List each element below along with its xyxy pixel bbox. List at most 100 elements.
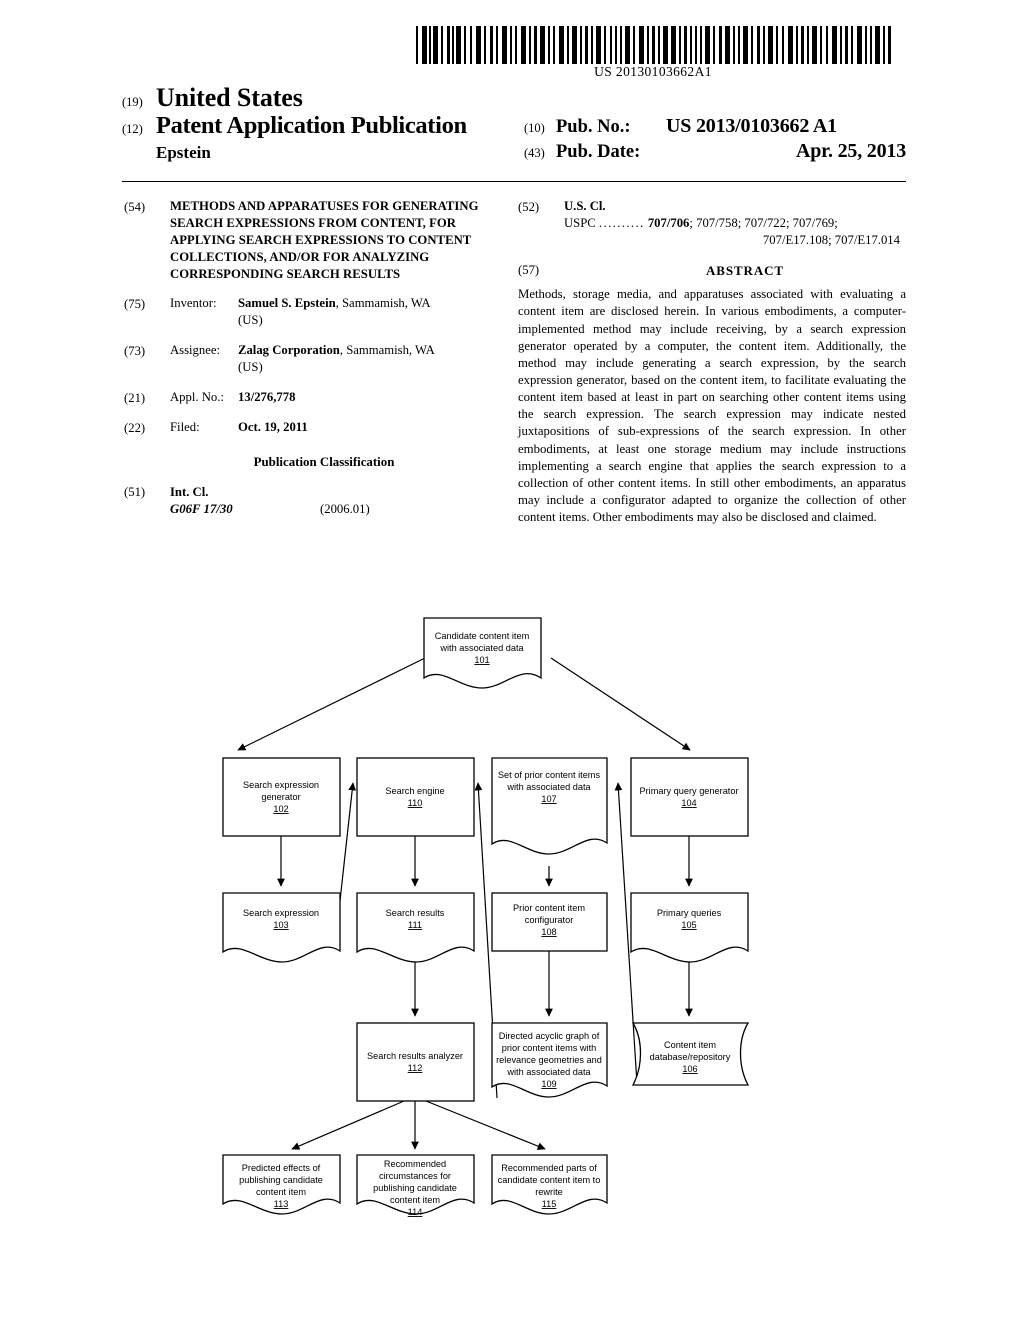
inventor-location: , Sammamish, WA bbox=[335, 296, 431, 311]
code-57: (57) bbox=[518, 263, 540, 278]
node-113-line-2: content item bbox=[256, 1187, 306, 1197]
node-108-number: 108 bbox=[541, 927, 556, 937]
node-113-number: 113 bbox=[274, 1199, 289, 1209]
node-101-number: 101 bbox=[474, 655, 489, 665]
code-43: (43) bbox=[524, 146, 545, 161]
node-107-number: 107 bbox=[541, 794, 556, 804]
abstract-text: Methods, storage media, and apparatuses … bbox=[518, 287, 906, 525]
node-101-line-1: with associated data bbox=[439, 643, 524, 653]
figure-node-109: Directed acyclic graph of prior content … bbox=[491, 1022, 608, 1098]
figure-node-101: Candidate content item with associated d… bbox=[423, 617, 542, 689]
node-112-line-0: Search results analyzer bbox=[367, 1051, 463, 1061]
inventor-country: (US) bbox=[238, 313, 263, 328]
masthead-left: (19) United States (12) Patent Applicati… bbox=[122, 83, 542, 164]
node-105-number: 105 bbox=[681, 920, 696, 930]
code-19: (19) bbox=[122, 95, 143, 109]
abstract-heading: ABSTRACT bbox=[706, 262, 784, 278]
assignee-label: Assignee: bbox=[170, 343, 221, 358]
node-113-line-1: publishing candidate bbox=[239, 1175, 323, 1185]
code-75: (75) bbox=[124, 296, 146, 311]
field-abstract: (57) ABSTRACT bbox=[518, 262, 906, 279]
field-int-cl: (51) Int. Cl. G06F 17/30 (2006.01) bbox=[124, 484, 494, 518]
node-101-line-0: Candidate content item bbox=[435, 631, 530, 641]
masthead: (19) United States (12) Patent Applicati… bbox=[122, 83, 906, 176]
figure-node-114: Recommended circumstances for publishing… bbox=[356, 1154, 475, 1217]
pub-date-value: Apr. 25, 2013 bbox=[795, 140, 906, 163]
node-105-line-0: Primary queries bbox=[657, 908, 722, 918]
node-111-line-0: Search results bbox=[386, 908, 445, 918]
node-109-line-0: Directed acyclic graph of bbox=[499, 1031, 600, 1041]
inventor-surname: Epstein bbox=[156, 142, 211, 162]
figure-node-108: Prior content item configurator 108 bbox=[491, 892, 608, 952]
assignee-location: , Sammamish, WA bbox=[339, 343, 435, 358]
publication-classification-heading: Publication Classification bbox=[253, 454, 395, 469]
figure-node-104: Primary query generator 104 bbox=[630, 757, 749, 837]
node-108-line-1: configurator bbox=[525, 915, 574, 925]
barcode-number-text: US 20130103662A1 bbox=[594, 64, 712, 79]
field-assignee: (73) Assignee: Zalag Corporation, Sammami… bbox=[124, 342, 494, 376]
edge-101-102 bbox=[237, 657, 426, 751]
code-12: (12) bbox=[122, 122, 143, 137]
filed-label: Filed: bbox=[170, 420, 200, 435]
node-109-line-3: with associated data bbox=[506, 1067, 591, 1077]
node-114-number: 114 bbox=[408, 1207, 423, 1217]
masthead-right: (10) Pub. No.: US 2013/0103662 A1 (43) P… bbox=[524, 114, 914, 164]
edge-112-113 bbox=[291, 1100, 405, 1150]
int-cl-version: (2006.01) bbox=[320, 501, 370, 516]
node-108-line-0: Prior content item bbox=[513, 903, 585, 913]
country-line: (19) United States bbox=[122, 83, 542, 112]
node-104-line-0: Primary query generator bbox=[639, 786, 738, 796]
inventor-name: Samuel S. Epstein bbox=[238, 296, 336, 311]
field-filed: (22) Filed: Oct. 19, 2011 bbox=[124, 419, 494, 436]
filed-value: Oct. 19, 2011 bbox=[238, 420, 308, 435]
node-106-line-0: Content item bbox=[664, 1040, 716, 1050]
node-114-line-0: Recommended bbox=[384, 1159, 446, 1169]
code-51: (51) bbox=[124, 485, 146, 500]
field-us-cl: (52) U.S. Cl. USPC .......... 707/706; 7… bbox=[518, 198, 906, 249]
node-110-line-0: Search engine bbox=[385, 786, 444, 796]
assignee-country: (US) bbox=[238, 360, 263, 375]
inventor-label: Inventor: bbox=[170, 296, 217, 311]
figure-node-115: Recommended parts of candidate content i… bbox=[491, 1154, 608, 1215]
appl-no-label: Appl. No.: bbox=[170, 390, 224, 405]
doc-type-line: (12) Patent Application Publication bbox=[122, 112, 542, 139]
assignee-value: Zalag Corporation, Sammamish, WA (US) bbox=[238, 342, 492, 376]
node-112-number: 112 bbox=[408, 1063, 423, 1073]
us-cl-label: U.S. Cl. bbox=[564, 199, 606, 213]
code-73: (73) bbox=[124, 343, 146, 358]
pub-date-label: Pub. Date: bbox=[556, 142, 641, 163]
node-114-line-3: content item bbox=[390, 1195, 440, 1205]
node-115-line-1: candidate content item to bbox=[498, 1175, 601, 1185]
node-109-line-2: relevance geometries and bbox=[496, 1055, 602, 1065]
uspc-second-line: 707/E17.108; 707/E17.014 bbox=[762, 233, 900, 248]
pub-no-value: US 2013/0103662 A1 bbox=[666, 115, 837, 137]
pub-no-label: Pub. No.: bbox=[556, 117, 631, 137]
code-22: (22) bbox=[124, 420, 146, 435]
node-107-line-0: Set of prior content items bbox=[498, 770, 601, 780]
node-107-line-1: with associated data bbox=[506, 782, 591, 792]
figure-node-111: Search results 111 bbox=[356, 892, 475, 963]
node-106-number: 106 bbox=[682, 1064, 697, 1074]
inventor-value: Samuel S. Epstein, Sammamish, WA (US) bbox=[238, 295, 492, 329]
country-name: United States bbox=[156, 83, 303, 112]
node-110-number: 110 bbox=[408, 798, 423, 808]
uspc-dots: .......... bbox=[598, 215, 645, 230]
int-cl-code: G06F 17/30 bbox=[170, 501, 233, 516]
int-cl-row: G06F 17/30 (2006.01) bbox=[170, 501, 494, 518]
code-10: (10) bbox=[524, 121, 545, 135]
figure-node-102: Search expression generator 102 bbox=[222, 757, 341, 837]
pub-no-line: (10) Pub. No.: US 2013/0103662 A1 bbox=[524, 114, 914, 139]
node-113-line-0: Predicted effects of bbox=[242, 1163, 321, 1173]
figure-node-105: Primary queries 105 bbox=[630, 892, 749, 963]
int-cl-label: Int. Cl. bbox=[170, 484, 209, 499]
header-divider bbox=[122, 181, 906, 182]
node-106-line-1: database/repository bbox=[650, 1052, 731, 1062]
node-111-number: 111 bbox=[408, 920, 422, 930]
figure-node-113: Predicted effects of publishing candidat… bbox=[222, 1154, 341, 1215]
node-114-line-1: circumstances for bbox=[379, 1171, 451, 1181]
node-102-line-0: Search expression bbox=[243, 780, 319, 790]
node-104-number: 104 bbox=[681, 798, 696, 808]
code-21: (21) bbox=[124, 390, 146, 405]
document-type: Patent Application Publication bbox=[156, 112, 467, 140]
invention-title: METHODS AND APPARATUSES FOR GENERATING S… bbox=[170, 199, 479, 281]
